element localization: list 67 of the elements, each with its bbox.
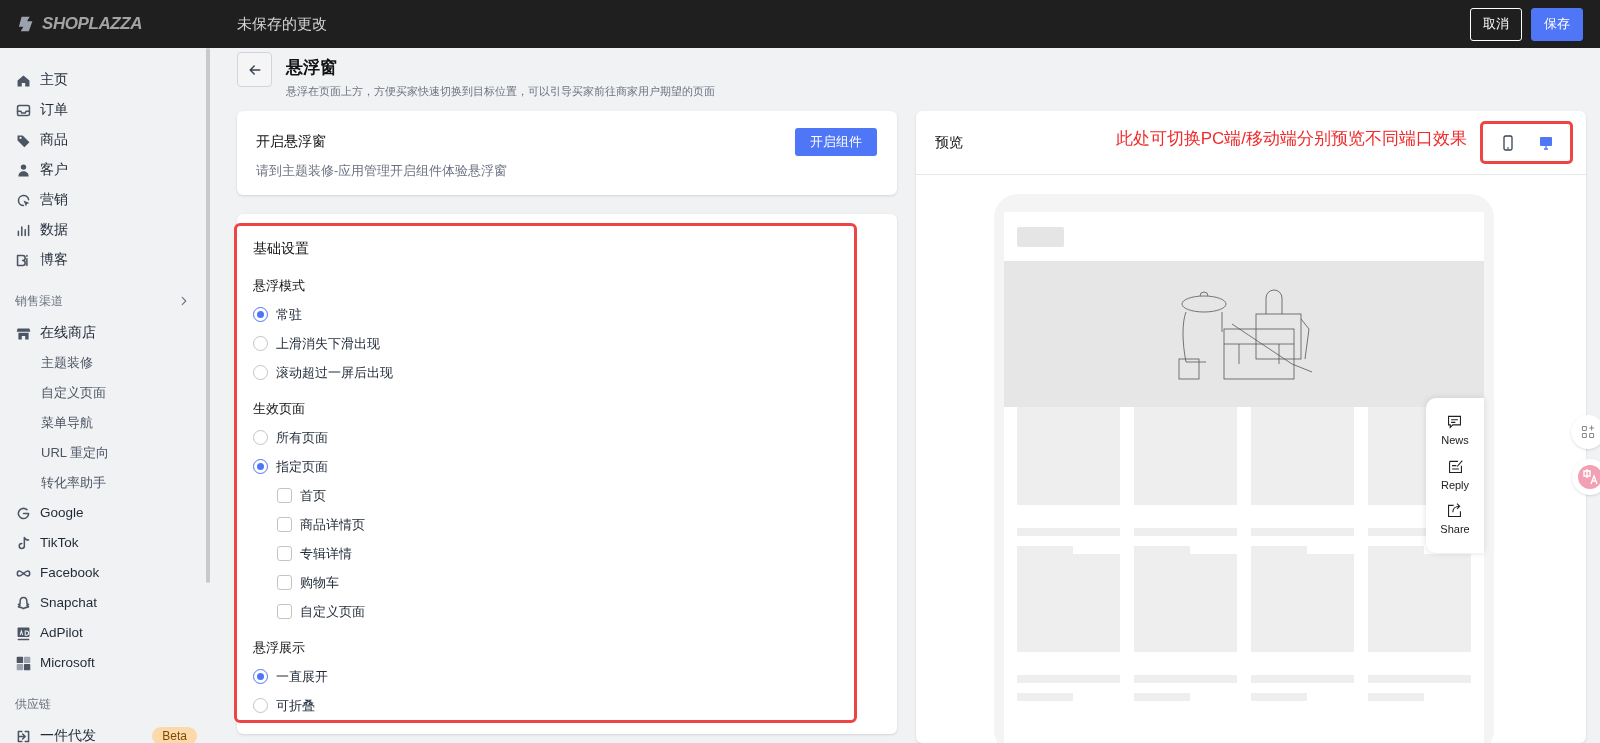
group-label: 生效页面 [253, 399, 306, 418]
sidebar-item[interactable]: 在线商店 [40, 322, 96, 344]
page-title: 悬浮窗 [286, 57, 338, 79]
option-label: 所有页面 [276, 428, 328, 447]
option-label: 常驻 [276, 305, 302, 324]
sidebar-subitem[interactable]: 自定义页面 [41, 383, 106, 403]
sidebar-item[interactable]: Google [40, 502, 84, 524]
sidebar-subitem[interactable]: 主题装修 [41, 353, 93, 373]
widget-label[interactable]: Share [1440, 521, 1470, 538]
group-label: 悬浮模式 [253, 276, 306, 295]
section-heading: 供应链 [15, 696, 51, 713]
sidebar-item[interactable]: TikTok [40, 532, 79, 554]
enable-component-button[interactable]: 开启组件 [795, 128, 877, 156]
option-label: 一直展开 [276, 667, 328, 686]
logo-text: SHOPLAZZA [42, 13, 143, 36]
sidebar-item[interactable]: 客户 [40, 159, 68, 181]
sidebar-subitem[interactable]: 菜单导航 [41, 413, 93, 433]
annotation-text: 此处可切换PC端/移动端分别预览不同端口效果 [1115, 127, 1467, 150]
option-label: 购物车 [300, 573, 339, 592]
option-label: 指定页面 [276, 457, 328, 476]
sidebar-item[interactable]: 数据 [40, 219, 68, 241]
sidebar-subitem[interactable]: 转化率助手 [41, 473, 106, 493]
back-button[interactable] [237, 52, 272, 87]
sidebar-item[interactable]: 一件代发 [40, 725, 96, 743]
cancel-button[interactable]: 取消 [1470, 7, 1522, 41]
sidebar-subitem[interactable]: URL 重定向 [41, 443, 110, 463]
sidebar-item[interactable]: Snapchat [40, 592, 98, 614]
option-label: 上滑消失下滑出现 [276, 334, 380, 353]
checkbox[interactable] [277, 517, 292, 532]
card-description: 请到主题装修-应用管理开启组件体验悬浮窗 [256, 163, 508, 180]
ghost-icon [15, 594, 32, 612]
widget-label[interactable]: News [1441, 432, 1469, 449]
group-label: 悬浮展示 [253, 638, 306, 657]
preview-title: 预览 [935, 133, 963, 152]
checkbox[interactable] [277, 546, 292, 561]
save-button[interactable]: 保存 [1531, 7, 1583, 41]
section-heading: 销售渠道 [15, 293, 63, 310]
sidebar-item[interactable]: 主页 [40, 69, 68, 91]
option-label: 自定义页面 [300, 602, 365, 621]
option-label: 首页 [300, 486, 326, 505]
option-label: 滚动超过一屏后出现 [276, 363, 393, 382]
unsaved-status: 未保存的更改 [237, 13, 327, 34]
option-label: 专辑详情 [300, 544, 352, 563]
chat-icon [1446, 413, 1464, 431]
option-label: 商品详情页 [300, 515, 365, 534]
checkbox[interactable] [277, 488, 292, 503]
edit-note-icon [1446, 457, 1464, 475]
option-label: 可折叠 [276, 696, 315, 715]
share-icon [1446, 502, 1464, 520]
sidebar-item[interactable]: AdPilot [40, 622, 83, 644]
sidebar-item[interactable]: 商品 [40, 129, 68, 151]
windows-grid-icon [15, 654, 32, 672]
sidebar-item[interactable]: Microsoft [40, 652, 95, 674]
logo-placeholder [1017, 226, 1064, 247]
settings-title: 基础设置 [253, 238, 310, 258]
page-subtitle: 悬浮在页面上方，方便买家快速切换到目标位置，可以引导买家前往商家用户期望的页面 [286, 83, 715, 99]
checkbox[interactable] [277, 604, 292, 619]
apps-plus-icon [1580, 424, 1596, 440]
sidebar-item[interactable]: Facebook [40, 562, 100, 584]
widget-label[interactable]: Reply [1440, 476, 1470, 494]
beta-badge: Beta [152, 727, 197, 743]
sidebar-item[interactable]: 订单 [40, 99, 68, 121]
checkbox[interactable] [277, 575, 292, 590]
card-title: 开启悬浮窗 [256, 132, 327, 151]
sidebar-item[interactable]: 博客 [40, 249, 68, 271]
translate-icon [1578, 465, 1600, 489]
sidebar-item[interactable]: 营销 [40, 189, 68, 211]
